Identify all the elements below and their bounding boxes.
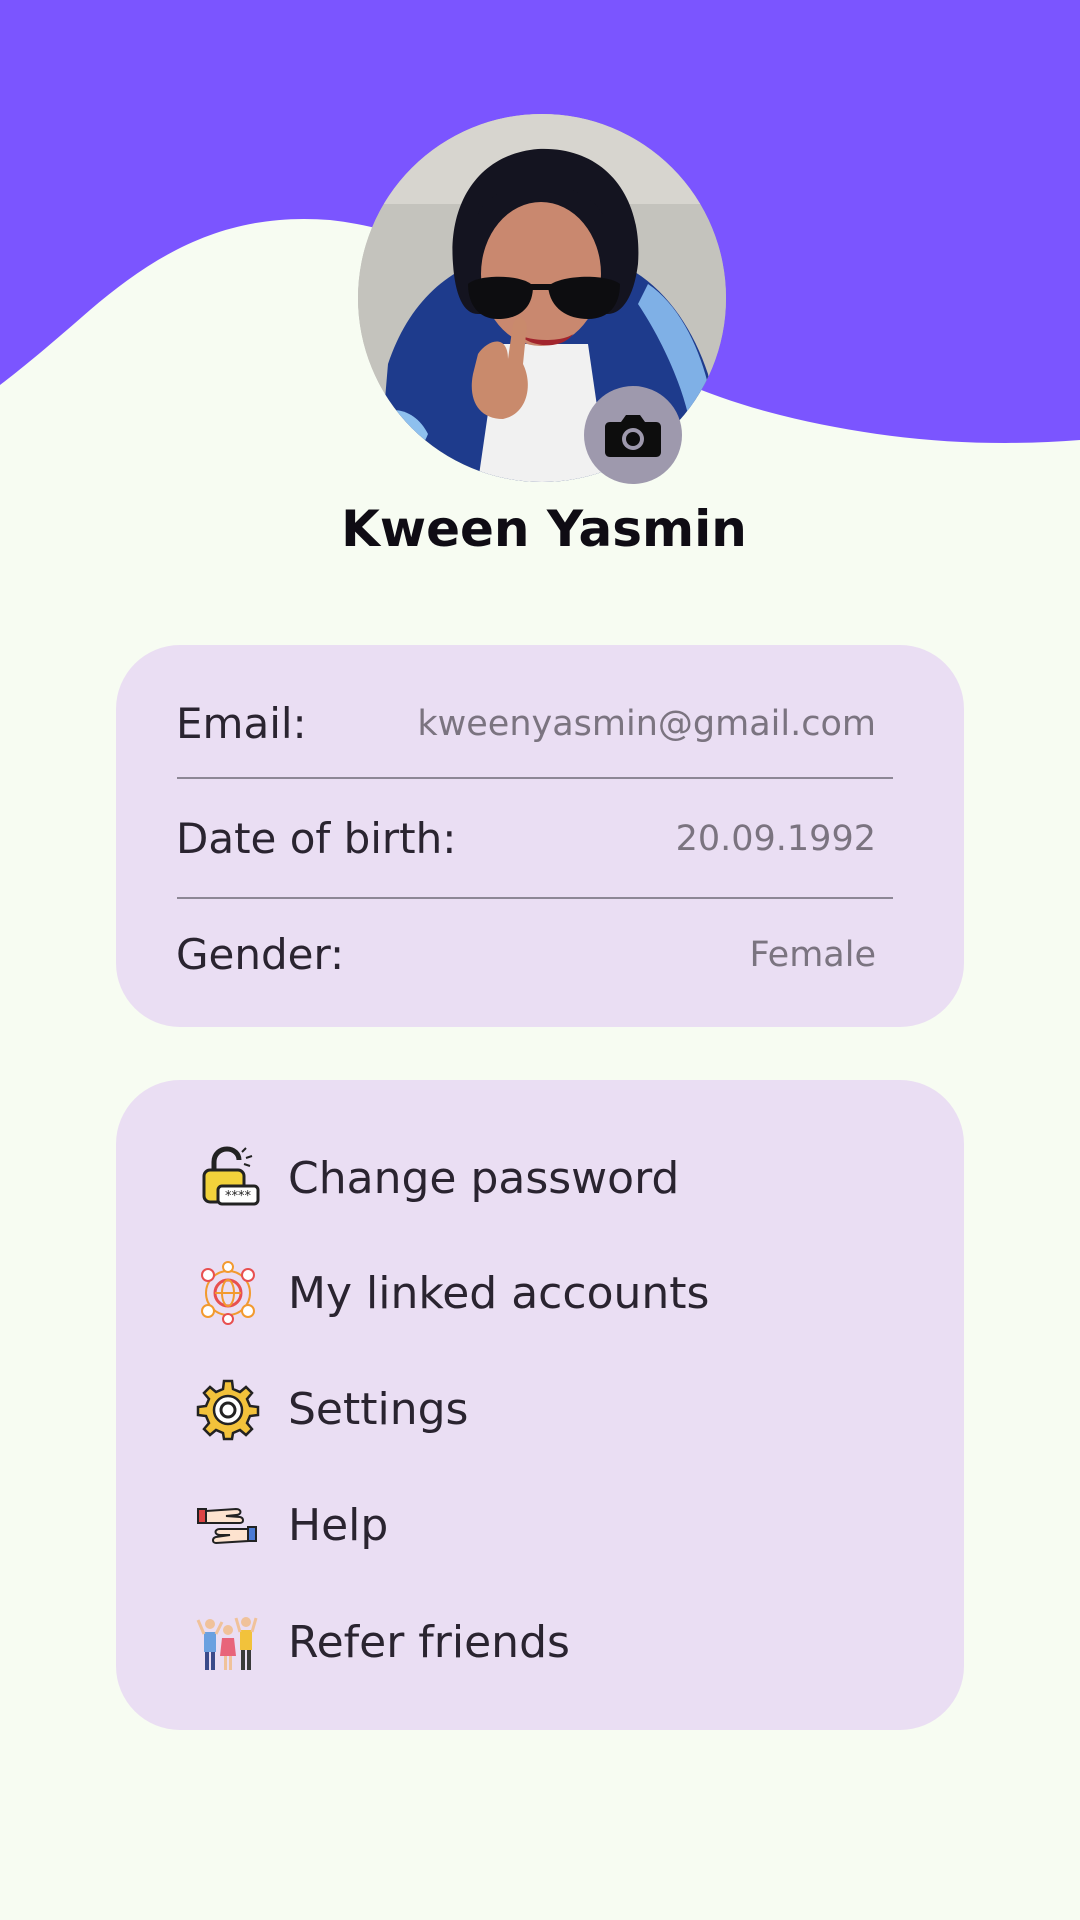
profile-info-card: Email: kweenyasmin@gmail.com Date of bir… <box>116 645 964 1027</box>
svg-text:****: **** <box>225 1189 252 1204</box>
gender-value: Female <box>749 935 876 975</box>
email-label: Email: <box>176 699 307 748</box>
dob-label: Date of birth: <box>176 814 457 863</box>
email-value: kweenyasmin@gmail.com <box>417 704 876 744</box>
camera-icon <box>605 415 661 457</box>
gear-icon <box>196 1377 260 1441</box>
menu-item-change-password[interactable]: **** Change password <box>196 1135 836 1221</box>
dob-row: Date of birth: 20.09.1992 <box>176 808 894 908</box>
divider <box>177 897 893 899</box>
menu-item-settings[interactable]: Settings <box>196 1366 836 1452</box>
menu-card: **** Change password My linked accounts <box>116 1080 964 1730</box>
menu-item-label: My linked accounts <box>288 1267 710 1319</box>
dob-value: 20.09.1992 <box>675 819 876 859</box>
divider <box>177 777 893 779</box>
menu-item-label: Change password <box>288 1152 680 1204</box>
menu-item-label: Refer friends <box>288 1616 570 1668</box>
padlock-password-icon: **** <box>196 1146 260 1210</box>
helping-hands-icon <box>196 1493 260 1557</box>
change-photo-button[interactable] <box>584 386 682 484</box>
profile-name: Kween Yasmin <box>341 500 747 558</box>
menu-item-label: Settings <box>288 1383 469 1435</box>
menu-item-help[interactable]: Help <box>196 1482 836 1568</box>
menu-item-linked-accounts[interactable]: My linked accounts <box>196 1250 836 1336</box>
globe-network-icon <box>196 1261 260 1325</box>
menu-item-label: Help <box>288 1499 389 1551</box>
gender-row: Gender: Female <box>176 924 894 1024</box>
gender-label: Gender: <box>176 930 345 979</box>
group-friends-icon <box>196 1610 260 1674</box>
menu-item-refer-friends[interactable]: Refer friends <box>196 1599 836 1685</box>
